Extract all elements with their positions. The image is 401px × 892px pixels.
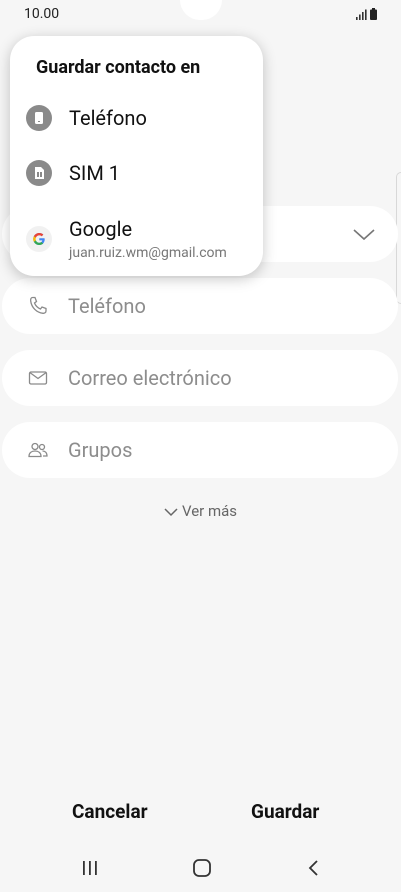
email-field[interactable]: Correo electrónico (2, 350, 398, 406)
chevron-down-icon (353, 229, 375, 241)
recent-apps-button[interactable] (60, 848, 120, 892)
phone-icon (30, 296, 47, 314)
home-icon (193, 859, 211, 877)
save-location-popup: Guardar contacto en Teléfono SIM 1 Googl… (10, 36, 263, 276)
chevron-down-icon (164, 508, 178, 517)
groups-placeholder: Grupos (68, 438, 133, 462)
save-button[interactable]: Guardar (251, 800, 319, 823)
back-icon (308, 860, 318, 876)
show-more-label: Ver más (181, 502, 238, 520)
home-button[interactable] (172, 848, 232, 892)
navigation-bar (0, 848, 401, 892)
option-sim1-label: SIM 1 (69, 161, 120, 185)
email-icon (28, 371, 48, 385)
option-sim1[interactable]: SIM 1 (10, 148, 263, 198)
sim-card-icon (26, 160, 52, 186)
phone-field[interactable]: Teléfono (2, 278, 398, 334)
option-google-account: juan.ruiz.wm@gmail.com (69, 245, 227, 261)
option-phone[interactable]: Teléfono (10, 93, 263, 143)
option-phone-label: Teléfono (69, 106, 147, 130)
camera-notch (180, 0, 222, 20)
popup-title: Guardar contacto en (36, 57, 201, 78)
email-placeholder: Correo electrónico (68, 366, 232, 390)
groups-field[interactable]: Grupos (2, 422, 398, 478)
phone-placeholder: Teléfono (68, 294, 146, 318)
phone-storage-icon (26, 105, 52, 131)
show-more-button[interactable]: Ver más (0, 502, 401, 520)
option-google[interactable]: Google juan.ruiz.wm@gmail.com (10, 208, 263, 268)
groups-icon (28, 442, 48, 458)
recent-apps-icon (83, 861, 97, 875)
back-button[interactable] (284, 848, 344, 892)
option-google-label: Google (69, 217, 133, 241)
status-time: 10.00 (24, 6, 60, 22)
google-icon (26, 226, 52, 252)
status-bar: 10.00 (0, 0, 401, 30)
cancel-button[interactable]: Cancelar (72, 800, 148, 823)
signal-battery-icon (356, 8, 377, 20)
